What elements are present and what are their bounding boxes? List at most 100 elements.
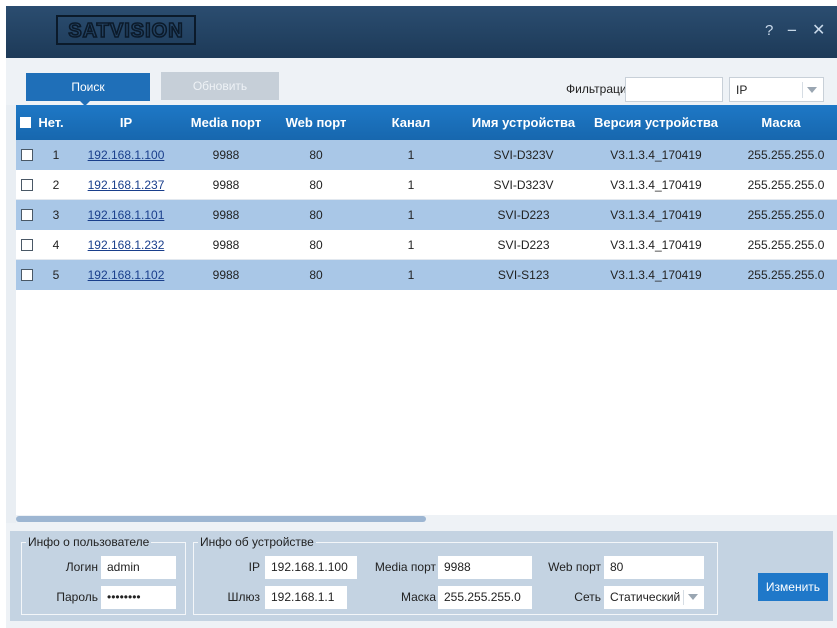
cell-mask: 255.255.255.0 [747, 238, 825, 252]
table-row[interactable]: 4 192.168.1.232 9988 80 1 SVI-D223 V3.1.… [16, 230, 837, 260]
cell-channel: 1 [407, 178, 415, 192]
cell-channel: 1 [407, 148, 415, 162]
device-table: Нет. IP Media порт Web порт Канал Имя ус… [16, 105, 837, 523]
dropdown-separator [683, 590, 684, 605]
mask-field[interactable]: 255.255.255.0 [438, 586, 532, 609]
gateway-label: Шлюз [227, 590, 260, 604]
network-mode-value: Статический [610, 590, 681, 604]
web-port-field[interactable]: 80 [604, 556, 704, 579]
title-bar: SATVISION ? − ✕ [6, 6, 837, 58]
cell-name: SVI-D323V [493, 148, 554, 162]
media-port-label: Media порт [374, 560, 436, 574]
cell-ip-link[interactable]: 192.168.1.237 [76, 170, 176, 200]
cell-mask: 255.255.255.0 [747, 148, 825, 162]
col-header-version[interactable]: Версия устройства [586, 105, 726, 140]
row-checkbox[interactable] [21, 239, 33, 251]
table-header: Нет. IP Media порт Web порт Канал Имя ус… [16, 105, 837, 140]
info-panel: Инфо о пользователе Логин admin Пароль •… [10, 531, 833, 621]
device-ip-field[interactable]: 192.168.1.100 [265, 556, 357, 579]
device-ip-label: IP [248, 560, 260, 574]
close-icon[interactable]: ✕ [812, 22, 825, 40]
table-row[interactable]: 1 192.168.1.100 9988 80 1 SVI-D323V V3.1… [16, 140, 837, 170]
password-label: Пароль [56, 590, 98, 604]
cell-mask: 255.255.255.0 [747, 208, 825, 222]
gateway-field[interactable]: 192.168.1.1 [265, 586, 347, 609]
filter-type-select[interactable]: IP [729, 77, 824, 102]
satvision-logo: SATVISION [56, 15, 196, 45]
row-checkbox[interactable] [21, 149, 33, 161]
cell-ip-link[interactable]: 192.168.1.232 [76, 230, 176, 260]
login-field[interactable]: admin [101, 556, 176, 579]
col-header-media[interactable]: Media порт [181, 105, 271, 140]
dropdown-separator [802, 82, 803, 98]
cell-num: 2 [52, 178, 60, 192]
chevron-down-icon[interactable] [688, 594, 698, 600]
table-row[interactable]: 3 192.168.1.101 9988 80 1 SVI-D223 V3.1.… [16, 200, 837, 230]
cell-mask: 255.255.255.0 [747, 268, 825, 282]
help-icon[interactable]: ? [765, 22, 773, 40]
media-port-field[interactable]: 9988 [438, 556, 532, 579]
cell-mask: 255.255.255.0 [747, 178, 825, 192]
row-checkbox[interactable] [21, 269, 33, 281]
cell-web: 80 [309, 178, 323, 192]
minimize-icon[interactable]: − [787, 22, 797, 40]
cell-name: SVI-S123 [497, 268, 550, 282]
horizontal-scrollbar[interactable] [16, 515, 837, 523]
mask-label: Маска [401, 590, 436, 604]
cell-ip-link[interactable]: 192.168.1.102 [76, 260, 176, 290]
password-field[interactable]: •••••••• [101, 586, 176, 609]
col-header-ip[interactable]: IP [76, 105, 176, 140]
cell-media: 9988 [212, 238, 240, 252]
cell-version: V3.1.3.4_170419 [610, 238, 702, 252]
cell-ip-link[interactable]: 192.168.1.100 [76, 140, 176, 170]
cell-media: 9988 [212, 178, 240, 192]
select-all-checkbox[interactable] [20, 117, 31, 128]
cell-version: V3.1.3.4_170419 [610, 148, 702, 162]
network-mode-select[interactable]: Статический [604, 586, 704, 609]
refresh-button[interactable]: Обновить [161, 72, 279, 100]
cell-media: 9988 [212, 148, 240, 162]
scrollbar-thumb[interactable] [16, 516, 426, 522]
row-checkbox[interactable] [21, 209, 33, 221]
row-checkbox[interactable] [21, 179, 33, 191]
cell-channel: 1 [407, 268, 415, 282]
cell-num: 5 [52, 268, 60, 282]
cell-num: 3 [52, 208, 60, 222]
cell-channel: 1 [407, 238, 415, 252]
cell-web: 80 [309, 148, 323, 162]
cell-media: 9988 [212, 268, 240, 282]
col-header-name[interactable]: Имя устройства [466, 105, 581, 140]
network-label: Сеть [574, 590, 601, 604]
cell-web: 80 [309, 208, 323, 222]
table-row[interactable]: 2 192.168.1.237 9988 80 1 SVI-D323V V3.1… [16, 170, 837, 200]
bottom-panel: Инфо о пользователе Логин admin Пароль •… [6, 523, 837, 628]
cell-version: V3.1.3.4_170419 [610, 208, 702, 222]
col-header-web[interactable]: Web порт [271, 105, 361, 140]
filter-type-value: IP [736, 83, 748, 97]
cell-num: 1 [52, 148, 60, 162]
col-header-channel[interactable]: Канал [361, 105, 461, 140]
search-button[interactable]: Поиск [26, 73, 150, 101]
filter-label: Фильтрация [566, 82, 634, 96]
app-window: SATVISION ? − ✕ Поиск Обновить Фильтраци… [6, 6, 837, 628]
cell-ip-link[interactable]: 192.168.1.101 [76, 200, 176, 230]
user-info-legend: Инфо о пользователе [28, 535, 150, 549]
col-header-num[interactable]: Нет. [36, 105, 66, 140]
col-header-mask[interactable]: Маска [731, 105, 831, 140]
chevron-down-icon[interactable] [807, 87, 817, 93]
cell-channel: 1 [407, 208, 415, 222]
toolbar: Поиск Обновить Фильтрация IP [6, 58, 837, 106]
web-port-label: Web порт [548, 560, 601, 574]
change-button[interactable]: Изменить [758, 573, 828, 601]
logo-text: SATVISION [68, 20, 183, 42]
login-label: Логин [65, 560, 98, 574]
cell-name: SVI-D223 [497, 238, 550, 252]
cell-name: SVI-D323V [493, 178, 554, 192]
device-info-legend: Инфо об устройстве [200, 535, 314, 549]
cell-version: V3.1.3.4_170419 [610, 178, 702, 192]
cell-num: 4 [52, 238, 60, 252]
table-row[interactable]: 5 192.168.1.102 9988 80 1 SVI-S123 V3.1.… [16, 260, 837, 290]
filter-input[interactable] [625, 77, 723, 102]
cell-web: 80 [309, 238, 323, 252]
cell-web: 80 [309, 268, 323, 282]
